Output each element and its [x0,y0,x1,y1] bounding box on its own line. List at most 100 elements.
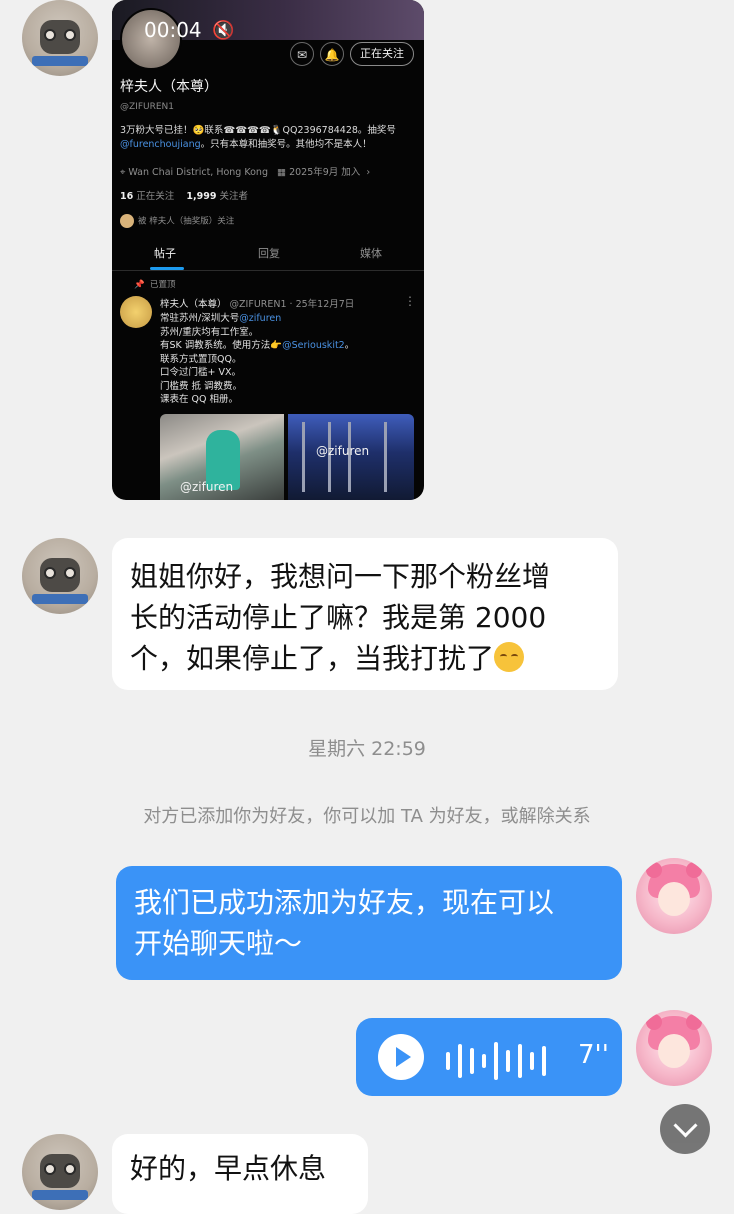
play-icon[interactable] [378,1034,424,1080]
waveform-bar [482,1054,486,1068]
following-count: 16 [120,191,134,202]
message-line: 长的活动停止了嘛？我是第 2000 [130,601,547,634]
post-line: 课表在 QQ 相册。 [160,394,238,405]
post-line: 常驻苏州/深圳大号 [160,313,240,324]
followers-label: 关注者 [219,191,248,202]
location-text: Wan Chai District, Hong Kong [128,167,268,178]
message-line: 姐姐你好，我想问一下那个粉丝增 [130,560,551,593]
scroll-down-button[interactable] [660,1104,710,1154]
avatar-eye [64,29,76,41]
message-text: 我们已成功添加为好友，现在可以 开始聊天啦～ [134,882,614,964]
avatar-hair-bun [686,862,702,878]
avatar-eye [44,29,56,41]
incoming-message-bubble[interactable]: 好的，早点休息 [112,1134,368,1214]
avatar-eye [64,567,76,579]
profile-name: 梓夫人（本尊） [120,79,218,95]
location-icon: ⌖ [120,167,126,178]
contact-avatar[interactable] [22,0,98,76]
post-line: 苏州/重庆均有工作室。 [160,326,259,338]
post-photo[interactable]: @zifuren [288,414,414,500]
avatar-hair-bun [646,1014,662,1030]
message-line: 个，如果停止了，当我打扰了 [130,642,495,675]
post-line: 联系方式置顶QQ。 [160,353,242,365]
my-avatar[interactable] [636,1010,712,1086]
pin-icon: 📌 [134,280,145,290]
pinned-label: 📌 已置顶 [134,278,176,290]
following-button[interactable]: 正在关注 [350,42,414,66]
post-line: 有SK 调教系统。使用方法👉 [160,340,283,351]
followed-by-text: 被 梓夫人（抽奖版）关注 [138,216,235,227]
post-photo[interactable]: @zifuren [160,414,284,500]
followed-by: 被 梓夫人（抽奖版）关注 [120,214,234,228]
avatar-eye [44,567,56,579]
post-line: 。 [344,340,355,351]
calendar-icon: ▦ [277,167,287,178]
post-author-avatar[interactable] [120,296,152,328]
profile-meta: ⌖ Wan Chai District, Hong Kong ▦ 2025年9月… [120,164,370,178]
incoming-message-bubble[interactable]: 姐姐你好，我想问一下那个粉丝增 长的活动停止了嘛？我是第 2000 个，如果停止… [112,538,618,690]
chevron-right-icon: › [363,167,371,178]
message-text: 姐姐你好，我想问一下那个粉丝增 长的活动停止了嘛？我是第 2000 个，如果停止… [130,556,610,679]
tab-media[interactable]: 媒体 [360,245,382,261]
message-text: 好的，早点休息 [130,1152,327,1185]
tab-replies[interactable]: 回复 [258,245,280,261]
profile-bio: 3万粉大号已挂！🥺联系☎☎☎☎🐧QQ2396784428。抽奖号 @furenc… [120,124,416,152]
photo-detail [384,422,387,492]
bio-text: 3万粉大号已挂！🥺联系☎☎☎☎🐧QQ2396784428。抽奖号 [120,125,396,136]
post-header: 梓夫人（本尊） @ZIFUREN1 · 25年12月7日 [160,296,354,310]
photo-watermark: @zifuren [316,444,370,458]
voice-duration: 7'' [578,1040,609,1070]
message-line: 开始聊天啦～ [134,927,303,960]
mail-icon[interactable]: ✉ [290,42,314,66]
avatar-tag [32,56,88,66]
active-tab-indicator [150,267,184,270]
pinned-text: 已置顶 [150,280,176,290]
followers-count: 1,999 [186,191,217,202]
avatar-hair-bun [686,1014,702,1030]
post-line: 门槛费 抵 调教费。 [160,380,243,392]
mute-icon[interactable]: 🔇 [212,20,234,41]
follower-avatar [120,214,134,228]
post-line: 口令过门槛+ VX。 [160,367,241,378]
tab-posts[interactable]: 帖子 [154,245,176,261]
avatar-eye [64,1163,76,1175]
message-line: 我们已成功添加为好友，现在可以 [134,886,555,919]
avatar-face [658,882,690,916]
avatar-face [658,1034,690,1068]
bio-link[interactable]: @furenchoujiang [120,139,201,150]
profile-stats[interactable]: 16 正在关注 1,999 关注者 [120,188,248,202]
waveform-bar [506,1050,510,1072]
profile-handle: @ZIFUREN1 [120,102,174,112]
waveform-bar [530,1052,534,1070]
avatar-tag [32,594,88,604]
waveform-bar [494,1042,498,1080]
notification-icon[interactable]: 🔔 [320,42,344,66]
contact-avatar[interactable] [22,538,98,614]
post-link[interactable]: @Seriouskit2 [282,340,345,351]
post-author: 梓夫人（本尊） [160,299,227,310]
contact-avatar[interactable] [22,1134,98,1210]
pensive-face-emoji-icon [494,642,525,672]
avatar-tag [32,1190,88,1200]
video-time: 00:04 [144,18,202,42]
post-body: 常驻苏州/深圳大号@zifuren 苏州/重庆均有工作室。 有SK 调教系统。使… [160,312,416,407]
following-label: 正在关注 [136,191,175,202]
waveform-bar [470,1048,474,1074]
photo-watermark: @zifuren [180,480,234,494]
waveform-bar [458,1044,462,1078]
system-notice: 对方已添加你为好友，你可以加 TA 为好友，或解除关系 [143,806,591,827]
profile-tabs: 帖子 回复 媒体 [112,236,424,271]
waveform-bar [446,1052,450,1070]
post-meta: @ZIFUREN1 · 25年12月7日 [229,299,355,310]
avatar-hair-bun [646,862,662,878]
shared-post-card[interactable]: 00:04 🔇 ✉ 🔔 正在关注 梓夫人（本尊） @ZIFUREN1 3万粉大号… [112,0,424,500]
post-link[interactable]: @zifuren [239,313,281,324]
waveform-bar [518,1044,522,1078]
waveform-bar [542,1046,546,1076]
my-avatar[interactable] [636,858,712,934]
joined-text: 2025年9月 加入 [289,167,361,178]
more-icon[interactable]: ⋮ [404,294,416,308]
bio-text: 。只有本尊和抽奖号。其他均不是本人！ [200,139,372,150]
outgoing-message-bubble[interactable]: 我们已成功添加为好友，现在可以 开始聊天啦～ [116,866,622,980]
avatar-eye [44,1163,56,1175]
